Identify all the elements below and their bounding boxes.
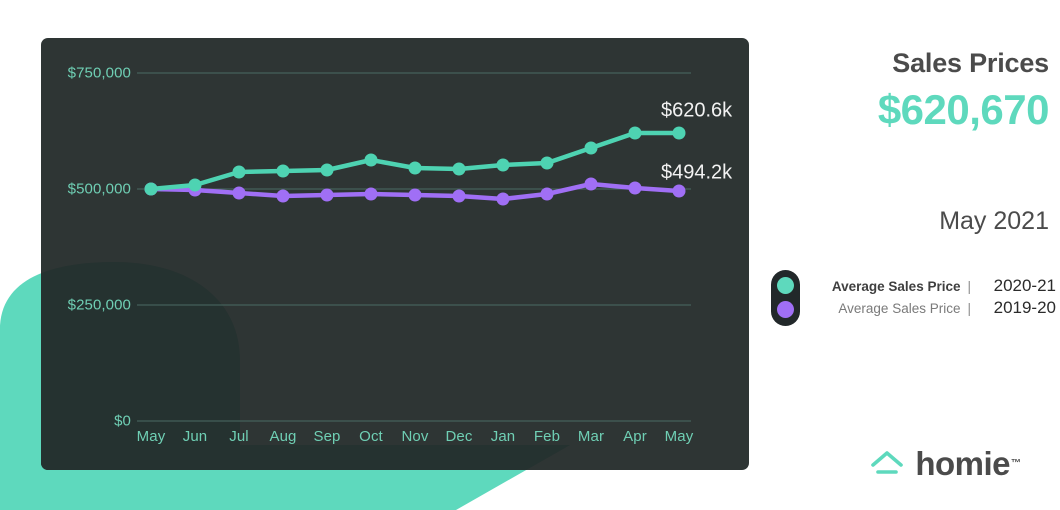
headline-value: $620,670 — [877, 86, 1050, 133]
x-tick-label: Apr — [623, 428, 647, 445]
trademark-symbol: ™ — [1011, 458, 1021, 469]
side-panel: Sales Prices $620,670 May 2021 Average S… — [760, 0, 1060, 510]
x-tick-label: Feb — [533, 428, 561, 445]
x-tick-label: Aug — [269, 428, 297, 445]
x-tick-label: Sep — [313, 428, 341, 445]
legend-item-2020-21[interactable]: Average Sales Price | 2020-21 — [804, 276, 1056, 296]
series-end-label-2019-20: $494.2k — [661, 161, 733, 184]
x-tick-label: Oct — [359, 428, 383, 445]
series-end-label-2020-21: $620.6k — [661, 99, 733, 122]
x-tick-label: Mar — [577, 428, 605, 445]
series-line-2020-21 — [148, 130, 682, 192]
period-label: May 2021 — [939, 207, 1049, 235]
legend-item-period: 2019-20 — [993, 298, 1056, 317]
x-tick-label: Jul — [229, 428, 249, 445]
x-tick-label: Jun — [182, 428, 208, 445]
x-tick-label: May — [664, 428, 694, 445]
series-lines — [144, 126, 686, 206]
legend-separator: | — [967, 279, 971, 294]
legend-item-2019-20[interactable]: Average Sales Price | 2019-20 — [804, 298, 1056, 318]
y-tick-label: $250,000 — [67, 296, 131, 314]
y-tick-label: $500,000 — [67, 180, 131, 198]
y-tick-label: $0 — [114, 412, 131, 430]
legend-swatch-2019-20 — [777, 301, 794, 318]
legend-separator: | — [967, 301, 971, 316]
x-tick-label: Dec — [445, 428, 473, 445]
chart-card: $750,000 $500,000 $250,000 $0 May Jun Ju… — [41, 38, 749, 470]
legend-swatch-2020-21 — [777, 277, 794, 294]
legend-item-label: Average Sales Price — [831, 279, 961, 294]
legend-item-label: Average Sales Price — [838, 301, 961, 316]
legend-pill — [771, 270, 800, 326]
legend: Average Sales Price | 2020-21 Average Sa… — [764, 268, 1056, 330]
house-roof-icon — [871, 450, 904, 474]
brand-name: homie — [915, 445, 1010, 482]
x-tick-label: May — [136, 428, 166, 445]
legend-item-period: 2020-21 — [993, 276, 1056, 295]
brand-logo: homie ™ — [869, 447, 1021, 480]
x-tick-label: Jan — [490, 428, 516, 445]
x-tick-label: Nov — [401, 428, 429, 445]
plot-area: $750,000 $500,000 $250,000 $0 May Jun Ju… — [41, 38, 749, 470]
page-title: Sales Prices — [892, 48, 1049, 78]
y-tick-label: $750,000 — [67, 64, 131, 82]
